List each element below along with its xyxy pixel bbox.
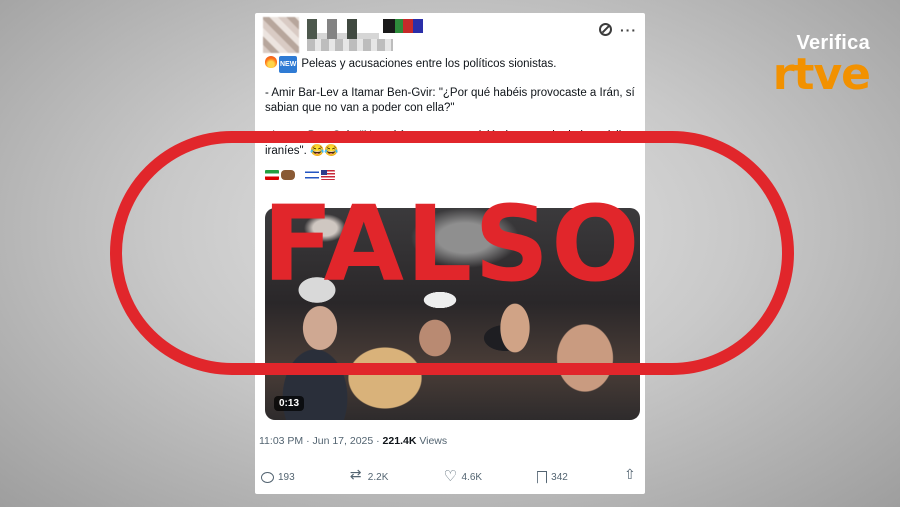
tweet-actions: 193 2.2K 4.6K 342 <box>261 467 637 486</box>
tweet-line: - Amir Bar-Lev a Itamar Ben-Gvir: "¿Por … <box>265 87 635 99</box>
views-count: 221.4K <box>382 435 417 447</box>
avatar[interactable] <box>263 17 299 53</box>
fire-emoji-icon <box>265 56 277 68</box>
tweet-headline-line: NEW Peleas y acusaciones entre los políti… <box>265 56 640 73</box>
grok-icon[interactable] <box>599 23 612 36</box>
reply-icon <box>261 471 274 483</box>
reply-button[interactable]: 193 <box>261 471 295 483</box>
bookmark-button[interactable]: 342 <box>537 470 568 484</box>
repost-count: 2.2K <box>367 471 389 483</box>
more-options-icon[interactable]: ··· <box>620 23 637 37</box>
bookmark-count: 342 <box>551 471 568 483</box>
heart-icon <box>443 467 457 485</box>
bookmark-icon <box>537 470 548 484</box>
tweet-headline: Peleas y acusaciones entre los políticos… <box>301 58 557 70</box>
pixelated-flags <box>383 19 423 33</box>
repost-button[interactable]: 2.2K <box>350 467 389 483</box>
like-button[interactable]: 4.6K <box>443 467 483 485</box>
tweet-header: ··· <box>263 17 637 57</box>
tweet-meta: 11:03 PM · Jun 17, 2025 · 221.4K Views <box>259 435 447 447</box>
repost-icon <box>350 467 364 483</box>
falso-stamp-label: FALSO <box>262 183 642 305</box>
tweet-line: sabian que no van a poder con ella?" <box>265 102 455 114</box>
tweet-header-icons: ··· <box>599 23 637 37</box>
video-duration-badge: 0:13 <box>274 396 305 411</box>
reply-count: 193 <box>278 471 295 483</box>
verifica-rtve-logo: Verifica rtve <box>730 32 871 100</box>
new-badge-icon: NEW <box>279 56 298 73</box>
tweet-timestamp[interactable]: 11:03 PM · Jun 17, 2025 · <box>259 435 383 447</box>
like-count: 4.6K <box>461 471 483 483</box>
share-button[interactable] <box>623 467 637 483</box>
views-label: Views <box>416 435 448 447</box>
pixelated-handle <box>307 39 393 51</box>
brand-rtve-label: rtve <box>772 49 871 100</box>
share-icon <box>623 467 637 483</box>
